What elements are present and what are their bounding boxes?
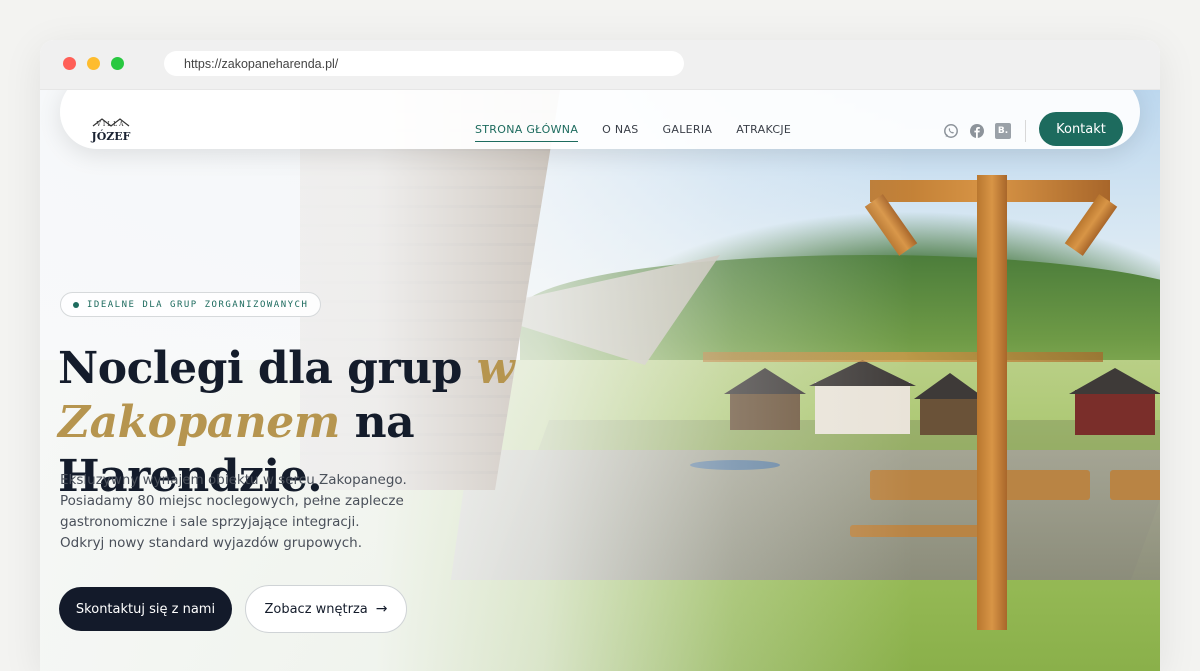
contact-us-button[interactable]: Skontaktuj się z nami [59, 587, 232, 631]
browser-window: https://zakopaneharenda.pl/ VILLA JÓZEF … [40, 40, 1160, 671]
view-interiors-label: Zobacz wnętrza [264, 601, 368, 617]
view-interiors-button[interactable]: Zobacz wnętrza → [245, 585, 407, 633]
description-line: Eksluzywny wynajem obiektu w sercu Zakop… [60, 472, 407, 488]
close-window-button[interactable] [63, 57, 76, 70]
description-line: Posiadamy 80 miejsc noclegowych, pełne z… [60, 493, 404, 509]
site-logo[interactable]: VILLA JÓZEF [88, 117, 134, 147]
url-text: https://zakopaneharenda.pl/ [184, 56, 339, 71]
whatsapp-icon[interactable] [943, 123, 959, 139]
nav-item-about[interactable]: O NAS [602, 123, 638, 142]
badge-dot-icon [73, 301, 79, 308]
headline-gold-1: w [476, 343, 515, 394]
nav-item-home[interactable]: STRONA GŁÓWNA [475, 123, 579, 142]
page-viewport: VILLA JÓZEF STRONA GŁÓWNA O NAS GALERIA … [40, 90, 1160, 671]
headline-part-1: Noclegi dla grup [58, 343, 477, 394]
browser-toolbar: https://zakopaneharenda.pl/ [40, 40, 1160, 90]
booking-icon[interactable]: B. [995, 123, 1011, 139]
facebook-icon[interactable] [969, 123, 985, 139]
main-navbar: VILLA JÓZEF STRONA GŁÓWNA O NAS GALERIA … [60, 90, 1140, 149]
social-links: B. [943, 120, 1026, 142]
maximize-window-button[interactable] [111, 57, 124, 70]
nav-menu: STRONA GŁÓWNA O NAS GALERIA ATRAKCJE [475, 123, 791, 142]
minimize-window-button[interactable] [87, 57, 100, 70]
logo-name-text: JÓZEF [91, 130, 131, 143]
logo-villa-text: VILLA [96, 121, 126, 128]
description-line: Odkryj nowy standard wyjazdów grupowych. [60, 535, 363, 551]
nav-item-attractions[interactable]: ATRAKCJE [736, 123, 791, 142]
nav-item-gallery[interactable]: GALERIA [663, 123, 713, 142]
description-line: gastronomiczne i sale sprzyjające integr… [60, 514, 360, 530]
address-bar[interactable]: https://zakopaneharenda.pl/ [164, 51, 684, 76]
headline-gold-2: Zakopanem [58, 397, 340, 448]
arrow-right-icon: → [375, 601, 388, 617]
hero-description: Eksluzywny wynajem obiektu w sercu Zakop… [60, 470, 420, 554]
contact-button[interactable]: Kontakt [1039, 112, 1123, 146]
nav-divider [1025, 120, 1026, 142]
badge-text: IDEALNE DLA GRUP ZORGANIZOWANYCH [87, 299, 309, 310]
hero-badge: IDEALNE DLA GRUP ZORGANIZOWANYCH [60, 292, 322, 317]
